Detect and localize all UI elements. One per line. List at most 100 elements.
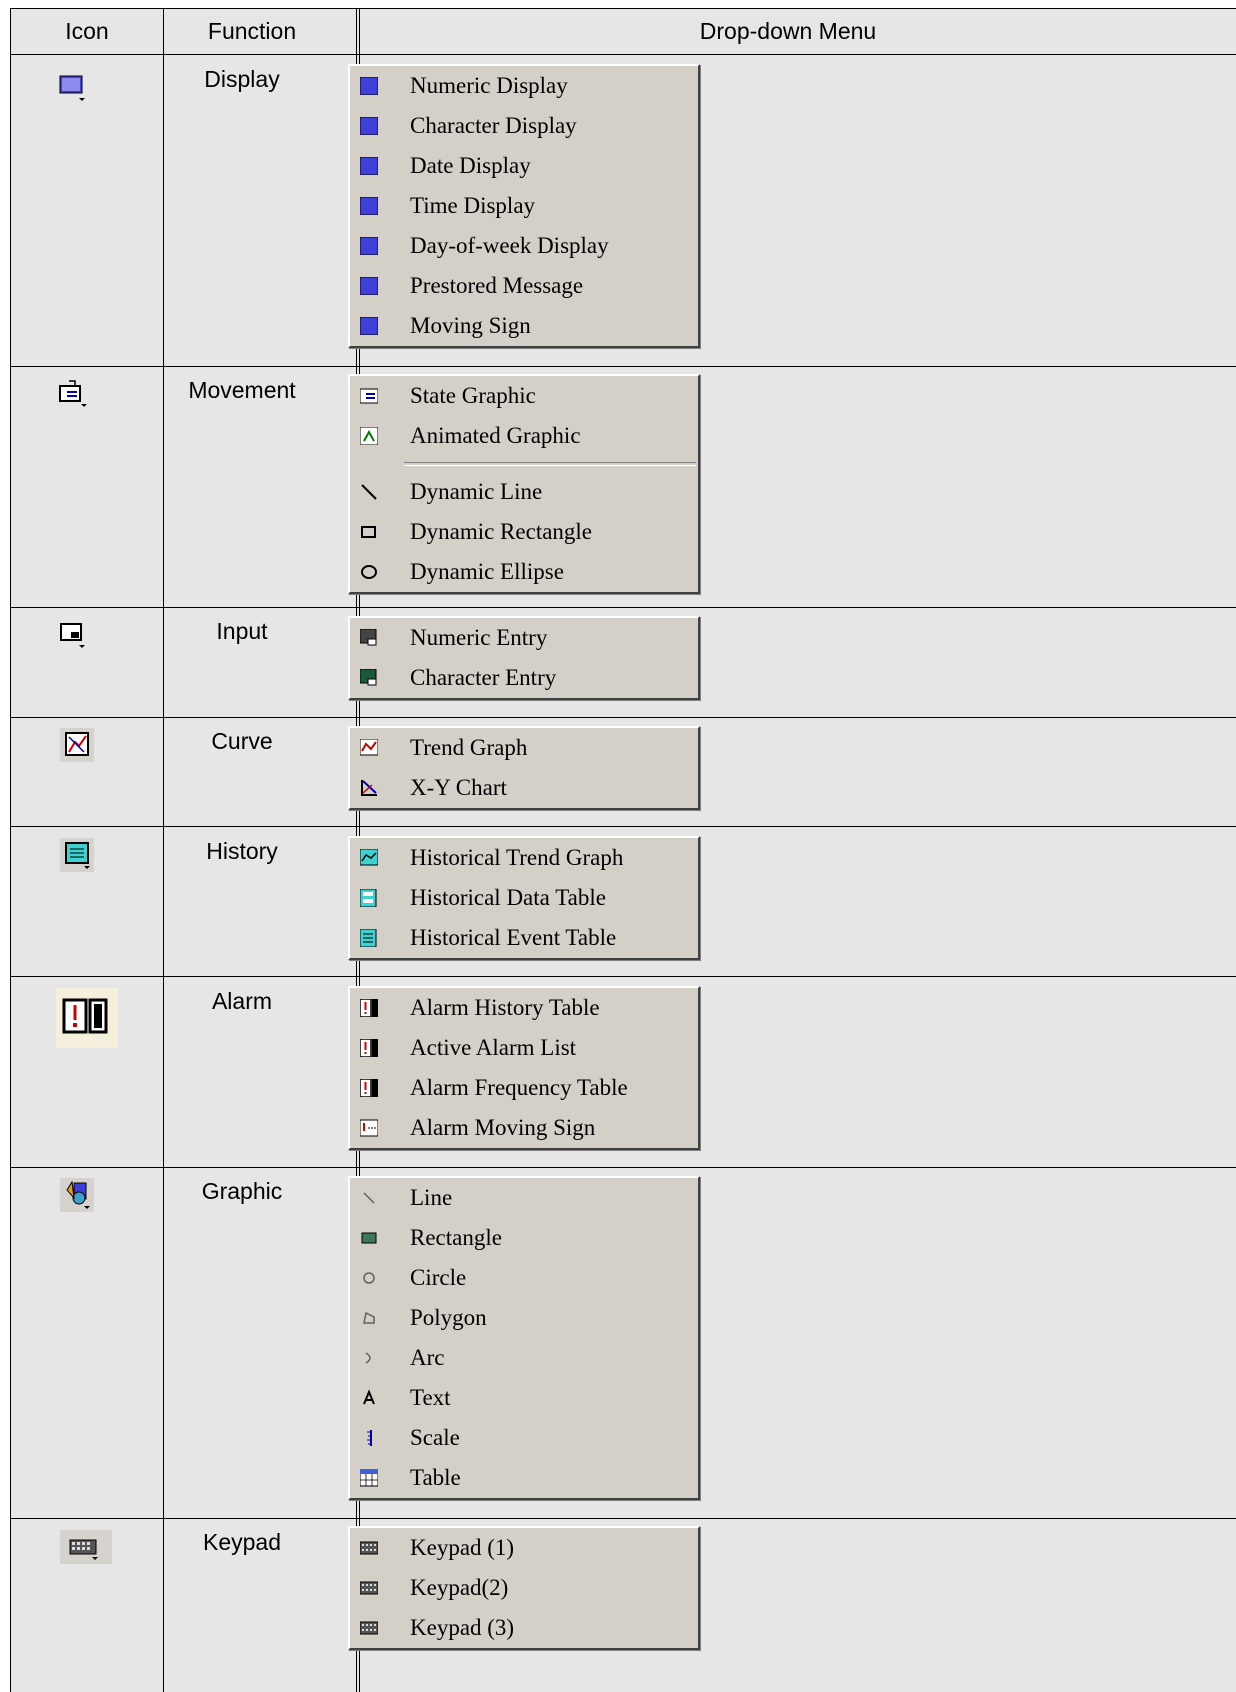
grid-line [10, 607, 1236, 608]
grid-line [10, 976, 1236, 977]
grid-line [10, 366, 1236, 367]
alarm-moving-sign-icon [360, 1119, 378, 1137]
menu-item[interactable]: Arc [350, 1338, 698, 1378]
header-dropdown-menu: Drop-down Menu [699, 18, 877, 44]
menu-item[interactable]: Alarm History Table [350, 988, 698, 1028]
menu-item[interactable]: Historical Event Table [350, 918, 698, 958]
grid-line [10, 1518, 1236, 1519]
function-display: Display [204, 66, 280, 92]
menu-item[interactable]: Dynamic Ellipse [350, 552, 698, 592]
table-icon [360, 1469, 378, 1487]
menu-item[interactable]: Circle [350, 1258, 698, 1298]
arc-icon [365, 1352, 371, 1364]
keypad-toolbar-icon[interactable] [60, 1530, 112, 1564]
keypad-icon [360, 1621, 378, 1635]
menu-item[interactable]: Numeric Entry [350, 618, 698, 658]
menu-item[interactable]: Dynamic Line [350, 472, 698, 512]
menu-item[interactable]: Line [350, 1178, 698, 1218]
function-keypad: Keypad [202, 1529, 281, 1555]
menu-item[interactable]: Historical Trend Graph [350, 838, 698, 878]
menu-movement: State Graphic Animated Graphic Dynamic L… [348, 374, 700, 594]
function-curve: Curve [211, 728, 273, 754]
circle-icon [363, 1272, 375, 1284]
animated-graphic-icon [360, 427, 378, 445]
active-alarm-list-icon [360, 1039, 378, 1057]
history-toolbar-icon[interactable] [60, 838, 94, 872]
alarm-history-table-icon [360, 999, 378, 1017]
historical-event-table-icon [360, 929, 377, 947]
historical-trend-graph-icon [360, 849, 378, 866]
menu-item[interactable]: Alarm Frequency Table [350, 1068, 698, 1108]
numeric-entry-icon [360, 629, 377, 646]
prestored-message-icon [360, 277, 378, 295]
menu-item[interactable]: Table [350, 1458, 698, 1498]
grid-line [10, 8, 1236, 9]
movement-toolbar-icon[interactable] [57, 378, 89, 410]
menu-input: Numeric Entry Character Entry [348, 616, 700, 700]
dynamic-ellipse-icon [361, 565, 377, 579]
menu-alarm: Alarm History Table Active Alarm List Al… [348, 986, 700, 1150]
alarm-toolbar-icon[interactable] [56, 988, 118, 1048]
character-entry-icon [360, 669, 377, 686]
line-icon [363, 1192, 375, 1204]
x-y-chart-icon [361, 780, 377, 796]
display-toolbar-icon[interactable] [57, 72, 89, 104]
character-display-icon [360, 117, 378, 135]
menu-item[interactable]: Date Display [350, 146, 698, 186]
menu-item[interactable]: Animated Graphic [350, 416, 698, 456]
menu-item[interactable]: Text [350, 1378, 698, 1418]
graphic-toolbar-icon[interactable] [60, 1178, 94, 1212]
menu-item[interactable]: X-Y Chart [350, 768, 698, 808]
menu-item[interactable]: Character Display [350, 106, 698, 146]
date-display-icon [360, 157, 378, 175]
grid-line [10, 54, 1236, 55]
menu-item[interactable]: Rectangle [350, 1218, 698, 1258]
function-movement: Movement [188, 377, 296, 403]
menu-item[interactable]: Moving Sign [350, 306, 698, 346]
trend-graph-icon [360, 739, 378, 756]
keypad-icon [360, 1581, 378, 1595]
state-graphic-icon [360, 388, 378, 404]
text-icon [363, 1389, 375, 1405]
moving-sign-icon [360, 317, 378, 335]
menu-item[interactable]: Dynamic Rectangle [350, 512, 698, 552]
header-icon: Icon [65, 18, 109, 44]
menu-item[interactable]: Day-of-week Display [350, 226, 698, 266]
menu-item[interactable]: Active Alarm List [350, 1028, 698, 1068]
menu-graphic: Line Rectangle Circle Polygon Arc Text S… [348, 1176, 700, 1500]
historical-data-table-icon [360, 889, 377, 907]
menu-history: Historical Trend Graph Historical Data T… [348, 836, 700, 960]
menu-item[interactable]: Prestored Message [350, 266, 698, 306]
menu-item[interactable]: Trend Graph [350, 728, 698, 768]
menu-item[interactable]: Keypad (3) [350, 1608, 698, 1648]
function-alarm: Alarm [211, 988, 273, 1014]
header-function: Function [207, 18, 297, 44]
rectangle-icon [361, 1232, 377, 1244]
menu-item[interactable]: Character Entry [350, 658, 698, 698]
grid-line [10, 717, 1236, 718]
function-input: Input [216, 618, 268, 644]
scale-icon [367, 1430, 372, 1446]
menu-item[interactable]: Keypad(2) [350, 1568, 698, 1608]
grid-line [10, 826, 1236, 827]
menu-item[interactable]: Numeric Display [350, 66, 698, 106]
input-toolbar-icon[interactable] [57, 619, 89, 651]
numeric-display-icon [360, 77, 378, 95]
polygon-icon [363, 1311, 375, 1324]
grid-line [10, 1167, 1236, 1168]
time-display-icon [360, 197, 378, 215]
grid-line [10, 8, 11, 1692]
menu-item[interactable]: Historical Data Table [350, 878, 698, 918]
menu-item[interactable]: Time Display [350, 186, 698, 226]
menu-curve: Trend Graph X-Y Chart [348, 726, 700, 810]
menu-item[interactable]: Alarm Moving Sign [350, 1108, 698, 1148]
dynamic-rectangle-icon [361, 526, 376, 538]
menu-item[interactable]: State Graphic [350, 376, 698, 416]
curve-toolbar-icon[interactable] [60, 728, 94, 762]
menu-item[interactable]: Scale [350, 1418, 698, 1458]
menu-item[interactable]: Keypad (1) [350, 1528, 698, 1568]
menu-keypad: Keypad (1) Keypad(2) Keypad (3) [348, 1526, 700, 1650]
menu-item[interactable]: Polygon [350, 1298, 698, 1338]
function-history: History [206, 838, 278, 864]
menu-separator [404, 462, 696, 466]
